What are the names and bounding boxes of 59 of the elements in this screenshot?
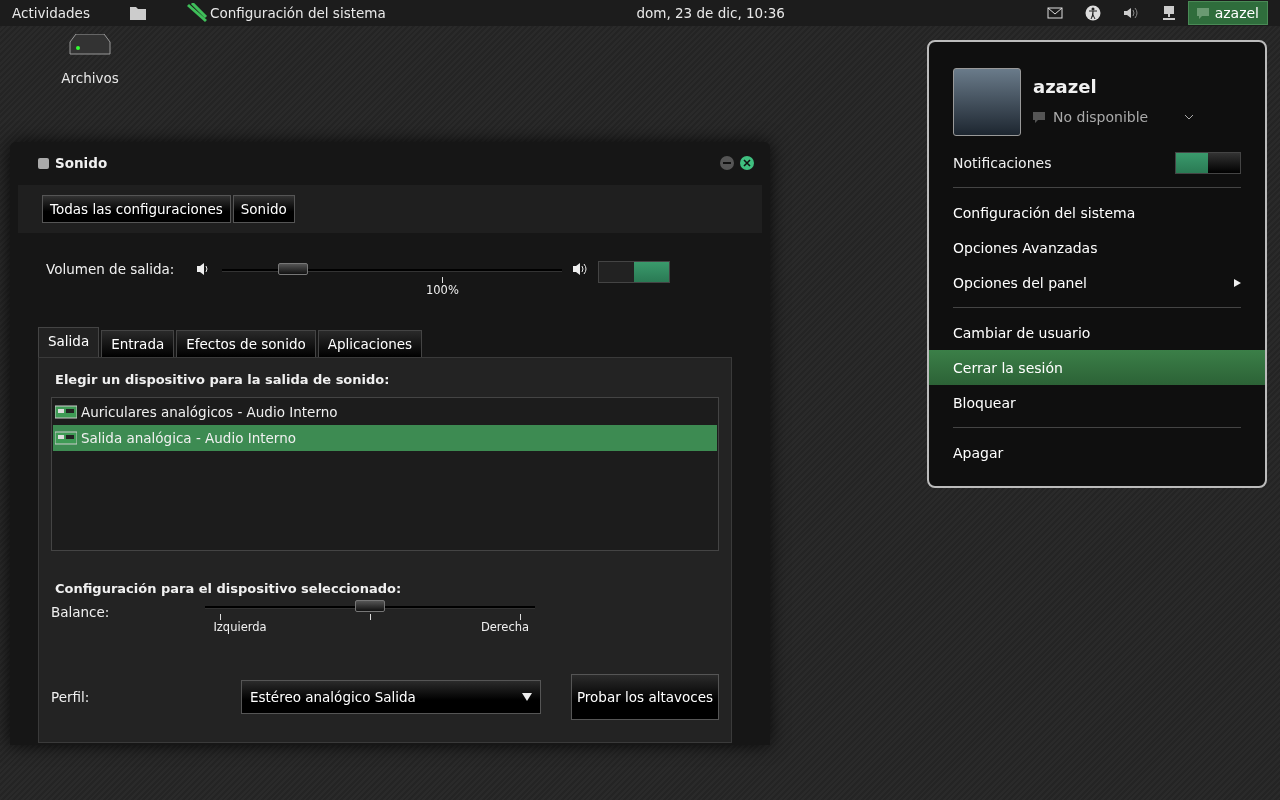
volume-icon[interactable] [1122, 5, 1139, 21]
tab[interactable]: Salida [38, 327, 100, 357]
speaker-icon [572, 262, 589, 276]
menu-item[interactable]: Opciones del panel [929, 265, 1265, 300]
device-label: Auriculares analógicos - Audio Interno [81, 404, 338, 420]
window-title: Sonido [55, 155, 108, 171]
menu-item[interactable]: Cerrar la sesión [929, 350, 1265, 385]
close-icon [743, 159, 751, 167]
device-label: Salida analógica - Audio Interno [81, 430, 296, 446]
chat-status-icon [1196, 7, 1209, 19]
menu-item[interactable]: Configuración del sistema [929, 195, 1265, 230]
slider-thumb[interactable] [278, 263, 309, 275]
drive-icon[interactable] [66, 34, 114, 56]
menu-item[interactable]: Opciones Avanzadas [929, 230, 1265, 265]
minimize-button[interactable] [720, 156, 734, 170]
menu-item[interactable]: Cambiar de usuario [929, 315, 1265, 350]
minimize-icon [723, 162, 731, 164]
section-heading: Configuración para el dispositivo seleccionado: [55, 581, 403, 596]
folder-icon[interactable] [129, 6, 146, 20]
user-name: azazel [1033, 76, 1098, 97]
app-name[interactable]: Configuración del sistema [209, 5, 386, 21]
network-icon[interactable] [1160, 5, 1177, 21]
menu-item[interactable]: Bloquear [929, 385, 1265, 420]
balance-slider[interactable]: Izquierda Derecha [205, 600, 535, 634]
tab[interactable]: Entrada [101, 330, 175, 357]
status-dropdown[interactable]: No disponible [1033, 109, 1193, 125]
activities-button[interactable]: Actividades [12, 5, 90, 21]
notifications-switch[interactable] [1175, 152, 1241, 174]
user-menu-button[interactable]: azazel [1187, 1, 1268, 25]
avatar-photo-placeholder [953, 68, 1021, 136]
submenu-arrow-icon [1234, 278, 1241, 287]
clock[interactable]: dom, 23 de dic, 10:36 [636, 5, 785, 21]
notifications-label: Notificaciones [953, 155, 1052, 171]
device-row[interactable]: Auriculares analógicos - Audio Interno [53, 399, 717, 425]
profile-label: Perfil: [51, 689, 91, 705]
tab[interactable]: Efectos de sonido [176, 330, 316, 357]
tab[interactable]: Aplicaciones [317, 330, 423, 357]
section-heading: Elegir un dispositivo para la salida de sonido: [55, 372, 391, 387]
profile-dropdown[interactable]: Estéreo analógico Salida [241, 680, 541, 714]
chat-status-icon [1033, 111, 1045, 123]
balance-label: Balance: [51, 604, 111, 620]
tick-label: 100% [426, 283, 459, 297]
menu-item[interactable]: Apagar [929, 435, 1265, 470]
tick-label: Derecha [480, 620, 530, 634]
accessibility-icon[interactable] [1084, 5, 1101, 21]
slider-thumb[interactable] [355, 600, 385, 612]
breadcrumb-button[interactable]: Todas las configuraciones [42, 195, 231, 223]
volume-slider[interactable]: 100% [222, 263, 563, 297]
breadcrumb-button[interactable]: Sonido [232, 195, 295, 223]
mail-icon[interactable] [1046, 5, 1063, 21]
close-button[interactable] [740, 156, 754, 170]
device-row[interactable]: Salida analógica - Audio Interno [53, 425, 717, 451]
dropdown-arrow-icon [522, 693, 532, 701]
test-speakers-button[interactable]: Probar los altavoces [570, 674, 719, 720]
chevron-down-icon [1185, 114, 1193, 120]
desktop-icon-label[interactable]: Archivos [61, 70, 119, 86]
mute-switch[interactable] [598, 261, 671, 283]
volume-label: Volumen de salida: [46, 261, 175, 277]
tick-label: Izquierda [213, 620, 267, 634]
